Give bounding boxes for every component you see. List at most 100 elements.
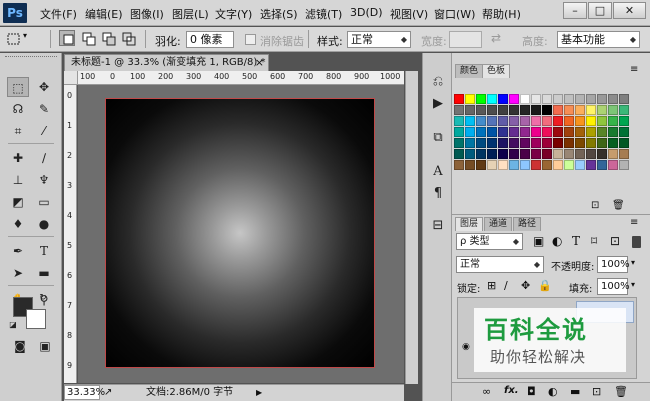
clone-stamp-tool-icon[interactable]: ⊥ (7, 170, 29, 190)
color-swatch[interactable] (564, 149, 574, 159)
color-swatch[interactable] (476, 116, 486, 126)
chevron-down-icon[interactable]: ▾ (631, 258, 635, 267)
menu-layer[interactable]: 图层(L) (172, 6, 209, 22)
new-swatch-icon[interactable]: ⊡ (591, 200, 599, 211)
background-color-swatch[interactable] (26, 309, 46, 329)
history-panel-icon[interactable]: ⎌ (428, 73, 448, 91)
vertical-ruler[interactable]: 0 1 2 3 4 5 6 7 8 9 (64, 85, 77, 383)
color-swatch[interactable] (586, 94, 596, 104)
color-swatch[interactable] (520, 127, 530, 137)
blur-tool-icon[interactable]: ♦ (7, 214, 29, 234)
color-swatch[interactable] (608, 138, 618, 148)
maximize-button[interactable]: □ (588, 2, 612, 19)
color-swatch[interactable] (509, 94, 519, 104)
tab-swatches[interactable]: 色板 (482, 64, 511, 78)
color-swatch[interactable] (487, 149, 497, 159)
move-tool-icon[interactable]: ✥ (33, 77, 55, 97)
color-swatch[interactable] (575, 149, 585, 159)
brush-tool-icon[interactable]: ∕ (33, 148, 55, 168)
horizontal-ruler[interactable]: 100 0 100 200 300 400 500 600 700 800 90… (64, 71, 404, 85)
color-swatch[interactable] (564, 127, 574, 137)
color-swatch[interactable] (531, 116, 541, 126)
color-swatch[interactable] (597, 105, 607, 115)
menu-help[interactable]: 帮助(H) (482, 6, 521, 22)
style-select[interactable]: 正常 ◆ (347, 31, 411, 48)
color-swatch[interactable] (531, 105, 541, 115)
color-swatch[interactable] (476, 94, 486, 104)
close-icon[interactable]: × (255, 55, 264, 71)
layer-comps-panel-icon[interactable]: ⧉ (428, 129, 448, 147)
status-menu-icon[interactable]: ↗ (104, 385, 112, 401)
color-swatch[interactable] (520, 149, 530, 159)
color-swatch[interactable] (498, 160, 508, 170)
document-canvas[interactable] (105, 98, 375, 368)
color-swatch[interactable] (575, 127, 585, 137)
color-swatch[interactable] (586, 105, 596, 115)
color-swatch[interactable] (608, 149, 618, 159)
color-swatch[interactable] (498, 94, 508, 104)
color-swatch[interactable] (476, 160, 486, 170)
color-swatch[interactable] (531, 160, 541, 170)
panel-grip[interactable] (5, 56, 57, 60)
fill-input[interactable]: 100% (597, 278, 630, 295)
color-swatch[interactable] (476, 105, 486, 115)
menu-type[interactable]: 文字(Y) (215, 6, 252, 22)
minimize-button[interactable]: – (563, 2, 587, 19)
color-swatch[interactable] (553, 127, 563, 137)
filter-shape-icon[interactable]: ⌑ (591, 234, 597, 248)
pen-tool-icon[interactable]: ✒ (7, 241, 29, 261)
type-tool-icon[interactable]: T (33, 241, 55, 261)
color-swatch[interactable] (575, 94, 585, 104)
lock-transparent-icon[interactable]: ⊞ (487, 279, 496, 292)
color-swatch[interactable] (465, 149, 475, 159)
color-swatch[interactable] (476, 127, 486, 137)
gradient-tool-icon[interactable]: ▭ (33, 192, 55, 212)
color-swatch[interactable] (509, 105, 519, 115)
color-swatch[interactable] (465, 160, 475, 170)
panel-menu-icon[interactable]: ≡ (630, 64, 638, 75)
color-swatch[interactable] (564, 94, 574, 104)
new-adjustment-icon[interactable]: ◐ (548, 385, 558, 398)
tool-preset-arrow-icon[interactable]: ▾ (23, 31, 27, 40)
zoom-input[interactable]: 33.33% (64, 385, 105, 400)
color-swatch[interactable] (465, 127, 475, 137)
link-layers-icon[interactable]: ∞ (482, 385, 491, 398)
color-swatch[interactable] (509, 149, 519, 159)
rectangular-marquee-tool-icon[interactable]: ⬚ (7, 77, 29, 97)
color-swatch[interactable] (608, 127, 618, 137)
tab-paths[interactable]: 路径 (513, 217, 542, 231)
color-swatch[interactable] (608, 116, 618, 126)
color-swatch[interactable] (454, 94, 464, 104)
character-panel-icon[interactable]: A (428, 163, 448, 181)
color-swatch[interactable] (542, 160, 552, 170)
menu-select[interactable]: 选择(S) (260, 6, 298, 22)
filter-smart-object-icon[interactable]: ⊡ (610, 234, 620, 248)
layer-kind-filter[interactable]: ρ 类型 ◆ (456, 233, 523, 250)
menu-image[interactable]: 图像(I) (130, 6, 164, 22)
color-swatch[interactable] (520, 138, 530, 148)
default-colors-icon[interactable]: ◪ (7, 319, 19, 331)
tool-presets-panel-icon[interactable]: ⊟ (428, 217, 448, 235)
swap-dimensions-icon[interactable]: ⇄ (491, 31, 501, 45)
color-swatch[interactable] (487, 116, 497, 126)
color-swatch[interactable] (520, 160, 530, 170)
paragraph-panel-icon[interactable]: ¶ (428, 185, 448, 203)
color-swatch[interactable] (542, 127, 552, 137)
color-swatch[interactable] (586, 138, 596, 148)
color-swatch[interactable] (553, 105, 563, 115)
color-swatch[interactable] (531, 138, 541, 148)
color-swatch[interactable] (597, 127, 607, 137)
color-swatch[interactable] (454, 105, 464, 115)
color-swatch[interactable] (542, 105, 552, 115)
lock-position-icon[interactable]: ✥ (521, 279, 530, 292)
color-swatch[interactable] (575, 116, 585, 126)
quick-mask-icon[interactable]: ◙ (9, 336, 31, 356)
filter-adjustment-icon[interactable]: ◐ (552, 234, 562, 248)
color-swatch[interactable] (487, 105, 497, 115)
healing-brush-tool-icon[interactable]: ✚ (7, 148, 29, 168)
color-swatch[interactable] (597, 149, 607, 159)
add-selection-icon[interactable] (81, 31, 97, 47)
color-swatch[interactable] (553, 94, 563, 104)
opacity-input[interactable]: 100% (597, 256, 630, 273)
chevron-down-icon[interactable]: ▾ (631, 280, 635, 289)
